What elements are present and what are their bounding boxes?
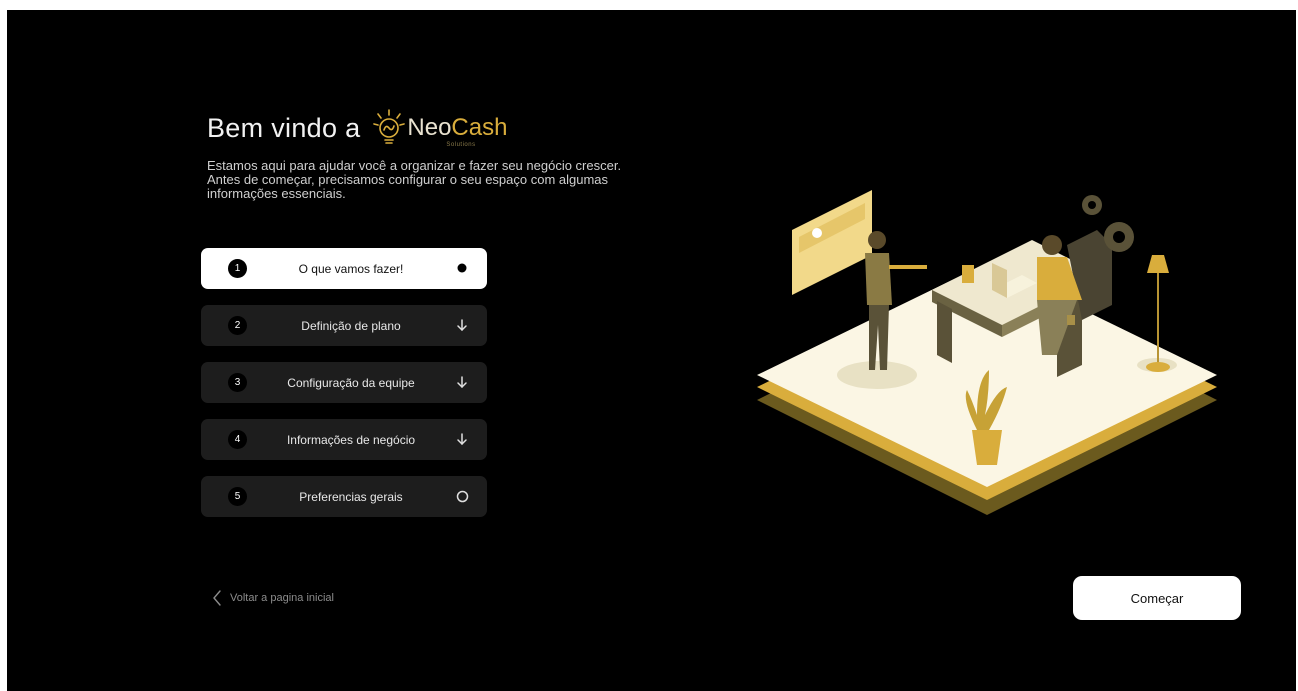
step-number: 1 xyxy=(228,259,247,278)
back-to-home-link[interactable]: Voltar a pagina inicial xyxy=(212,590,334,606)
filled-dot-icon xyxy=(455,261,469,275)
office-illustration xyxy=(757,190,1217,515)
step-label: O que vamos fazer! xyxy=(298,261,404,276)
intro-line-1: Estamos aqui para ajudar você a organiza… xyxy=(207,158,622,173)
step-item-5[interactable]: 5 Preferencias gerais xyxy=(201,476,487,517)
step-number: 2 xyxy=(228,316,247,335)
step-label: Definição de plano xyxy=(301,318,401,333)
intro-paragraph: Estamos aqui para ajudar você a organiza… xyxy=(207,159,727,201)
step-label: Informações de negócio xyxy=(286,432,416,447)
arrow-down-icon xyxy=(455,375,469,389)
step-label: Preferencias gerais xyxy=(299,489,403,504)
intro-line-3: informações essenciais. xyxy=(207,186,346,201)
welcome-text: Bem vindo a xyxy=(207,112,361,143)
onboarding-steps: 1 O que vamos fazer! 2 Definição de plan… xyxy=(201,248,487,533)
lightbulb-logo-icon xyxy=(373,109,406,144)
intro-line-2: Antes de começar, precisamos configurar … xyxy=(207,172,609,187)
start-button[interactable]: Começar xyxy=(1073,576,1241,620)
welcome-heading: Bem vindo a Neo Cash Solutions xyxy=(207,108,507,148)
step-number: 3 xyxy=(228,373,247,392)
logo-neo-text: Neo xyxy=(407,114,452,141)
onboarding-screen: Bem vindo a Neo Cash Solutions Estamos a… xyxy=(7,10,1296,691)
chevron-left-icon xyxy=(213,590,221,606)
step-number: 5 xyxy=(228,487,247,506)
step-item-1[interactable]: 1 O que vamos fazer! xyxy=(201,248,487,289)
step-number: 4 xyxy=(228,430,247,449)
arrow-down-icon xyxy=(455,318,469,332)
logo-cash-text: Cash xyxy=(451,114,508,141)
step-item-4[interactable]: 4 Informações de negócio xyxy=(201,419,487,460)
step-item-3[interactable]: 3 Configuração da equipe xyxy=(201,362,487,403)
logo-subtitle: Solutions xyxy=(446,142,476,148)
neocash-logo: Neo Cash Solutions xyxy=(372,108,507,148)
back-link-label: Voltar a pagina inicial xyxy=(230,592,334,604)
step-label: Configuração da equipe xyxy=(287,375,415,390)
step-item-2[interactable]: 2 Definição de plano xyxy=(201,305,487,346)
empty-circle-icon xyxy=(455,489,469,503)
arrow-down-icon xyxy=(455,432,469,446)
